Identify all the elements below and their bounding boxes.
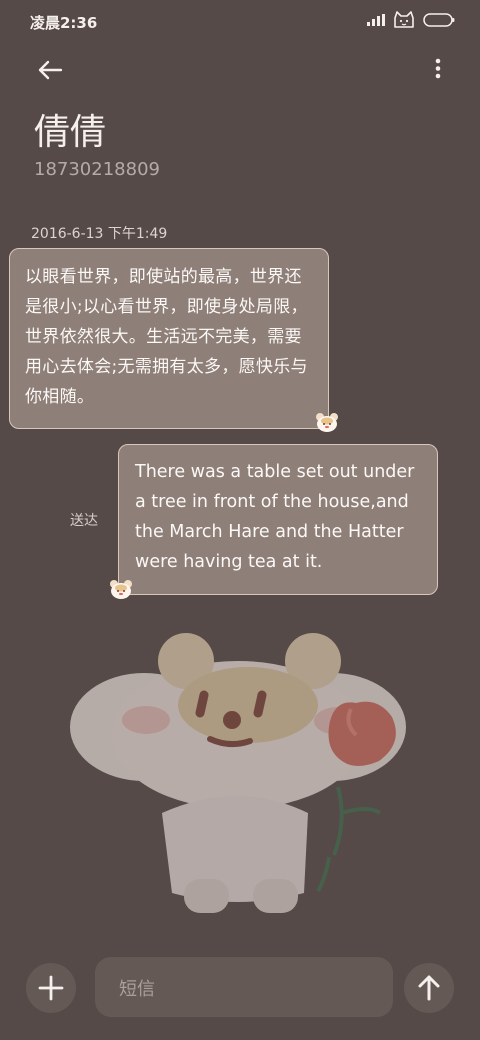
received-message-bubble[interactable]: 以眼看世界，即使站的最高，世界还是很小;以心看世界，即使身处局限，世界依然很大。… xyxy=(9,248,329,429)
bear-face-icon xyxy=(110,580,132,599)
contact-name: 倩倩 xyxy=(34,112,107,153)
cat-icon xyxy=(394,11,414,28)
status-time: 凌晨2:36 xyxy=(30,14,98,32)
status-bar: 凌晨2:36 xyxy=(0,0,480,42)
battery-icon xyxy=(423,13,455,27)
sent-message-text: There was a table set out under a tree i… xyxy=(135,462,415,572)
received-message-text: 以眼看世界，即使站的最高，世界还是很小;以心看世界，即使身处局限，世界依然很大。… xyxy=(25,267,308,407)
add-button[interactable] xyxy=(26,963,76,1013)
plus-icon xyxy=(38,975,64,1001)
more-options-button[interactable] xyxy=(432,56,444,82)
more-vertical-icon xyxy=(435,58,441,79)
sent-message-bubble[interactable]: There was a table set out under a tree i… xyxy=(118,444,438,595)
status-icons xyxy=(367,11,455,29)
send-button[interactable] xyxy=(404,963,454,1013)
signal-icon xyxy=(367,14,385,26)
delivered-status: 送达 xyxy=(70,513,98,529)
bear-sticker xyxy=(70,633,406,913)
message-placeholder: 短信 xyxy=(119,979,155,1000)
contact-number: 18730218809 xyxy=(34,159,160,180)
message-input[interactable]: 短信 xyxy=(95,957,393,1017)
message-timestamp: 2016-6-13 下午1:49 xyxy=(31,226,168,242)
back-button[interactable] xyxy=(34,54,66,86)
arrow-left-icon xyxy=(38,60,63,80)
arrow-up-icon xyxy=(418,975,440,1001)
bear-face-icon xyxy=(316,413,338,432)
